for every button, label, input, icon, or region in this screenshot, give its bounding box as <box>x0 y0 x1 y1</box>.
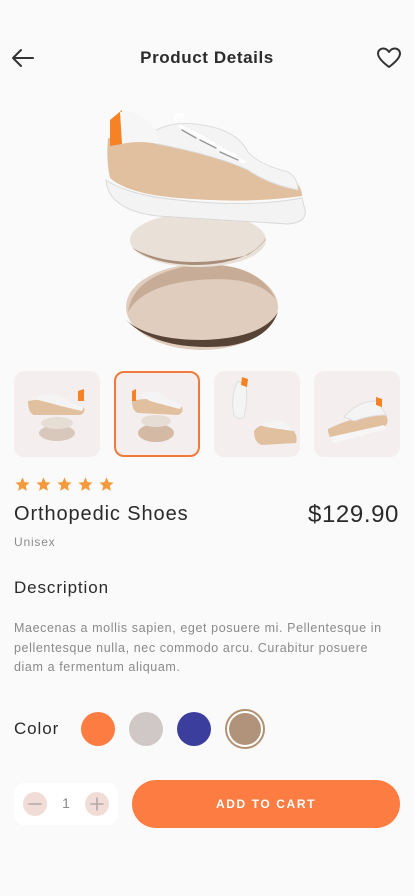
top-bar: Product Details <box>0 40 414 76</box>
thumbnail-4[interactable] <box>314 371 400 457</box>
heart-icon <box>377 47 401 68</box>
thumbnail-2[interactable] <box>114 371 200 457</box>
product-category: Unisex <box>14 535 56 549</box>
star-icon <box>78 477 93 491</box>
product-name: Orthopedic Shoes <box>14 503 189 525</box>
star-icon <box>15 477 30 491</box>
color-swatch-tan[interactable] <box>225 709 265 749</box>
product-image <box>98 100 316 352</box>
quantity-value: 1 <box>62 795 70 811</box>
color-label: Color <box>14 719 60 738</box>
color-swatch-blue[interactable] <box>177 712 211 746</box>
description-text: Maecenas a mollis sapien, eget posuere m… <box>14 621 382 674</box>
description-heading: Description <box>14 578 109 597</box>
minus-icon <box>28 803 42 805</box>
product-price: $129.90 <box>308 501 399 528</box>
color-swatch-tan-fill <box>229 713 261 745</box>
favorite-button[interactable] <box>376 46 402 70</box>
decrease-button[interactable] <box>23 792 47 816</box>
star-icon <box>57 477 72 491</box>
page-title: Product Details <box>140 48 274 67</box>
plus-icon <box>90 797 104 811</box>
color-swatch-gray[interactable] <box>129 712 163 746</box>
rating-stars <box>14 476 115 494</box>
add-to-cart-button[interactable]: ADD TO CART <box>132 780 400 828</box>
quantity-stepper: 1 <box>14 783 118 825</box>
thumbnail-1[interactable] <box>14 371 100 457</box>
star-icon <box>36 477 51 491</box>
color-swatch-orange[interactable] <box>81 712 115 746</box>
thumbnail-3[interactable] <box>214 371 300 457</box>
increase-button[interactable] <box>85 792 109 816</box>
image-gallery <box>14 371 400 457</box>
star-icon <box>99 477 114 491</box>
